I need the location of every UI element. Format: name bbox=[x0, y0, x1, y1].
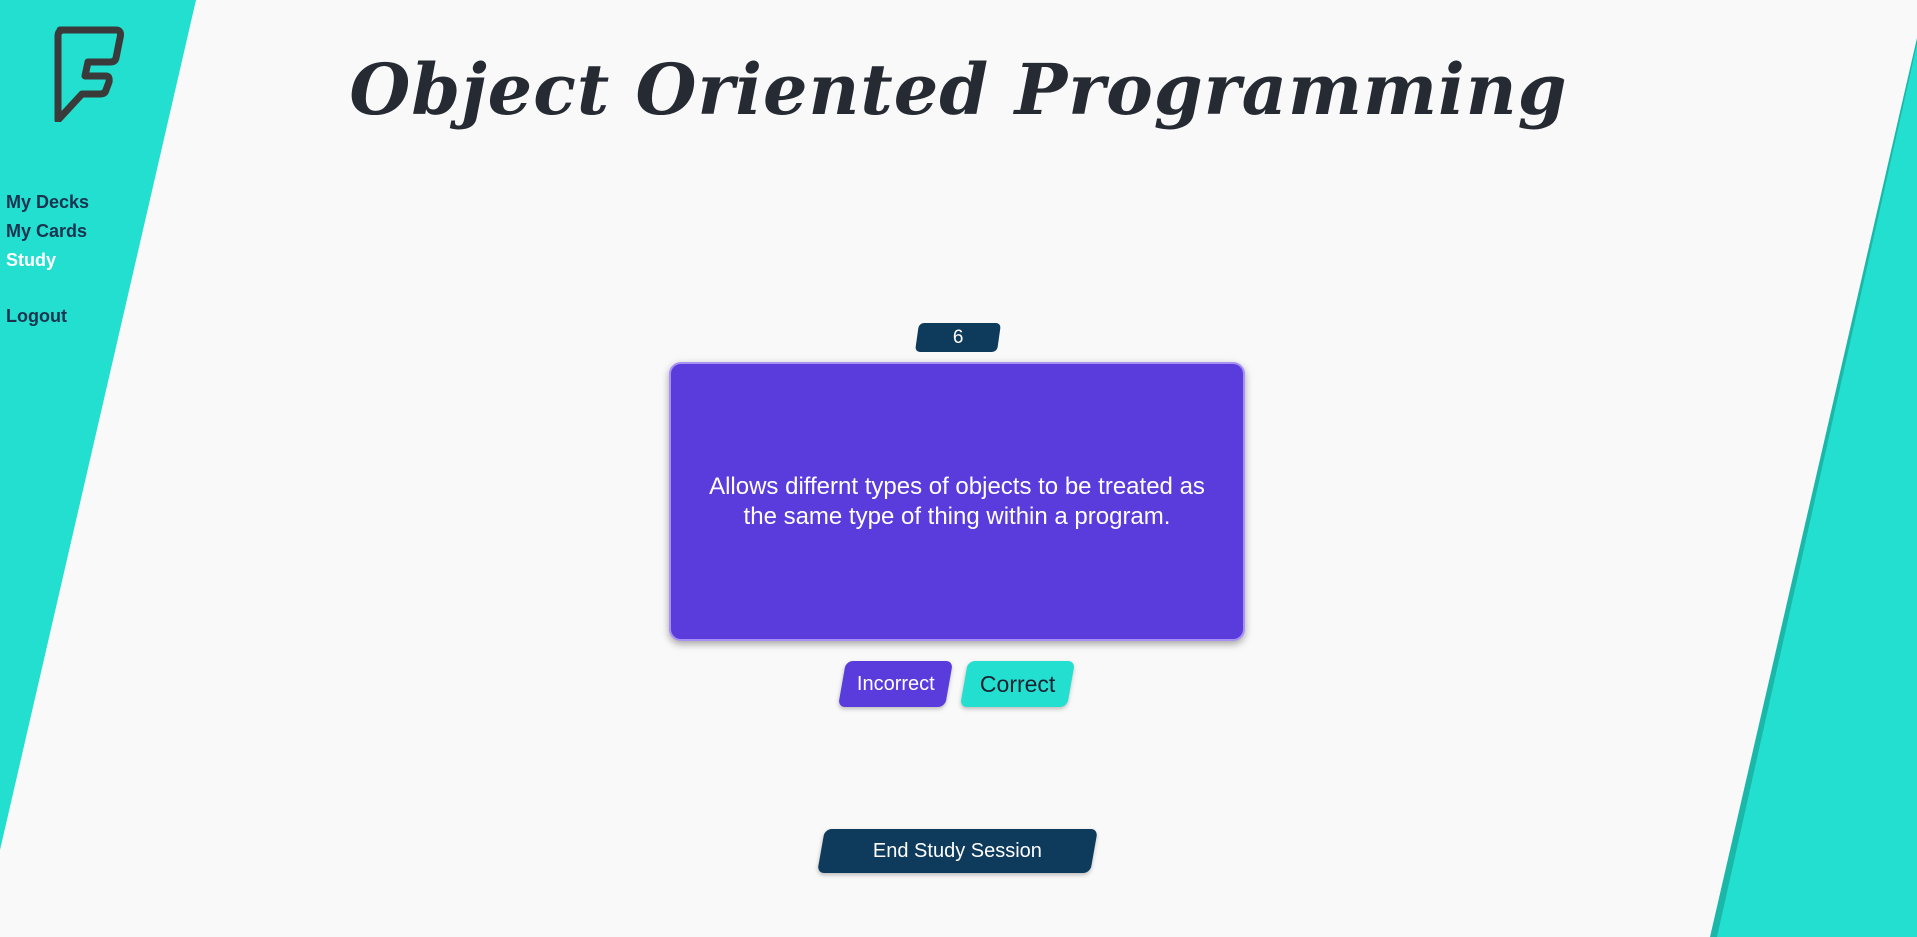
incorrect-button-label: Incorrect bbox=[856, 672, 935, 695]
card-number: 6 bbox=[952, 326, 964, 348]
incorrect-button[interactable]: Incorrect bbox=[837, 661, 954, 707]
flashcard[interactable]: Allows differnt types of objects to be t… bbox=[669, 362, 1245, 641]
nav-my-decks[interactable]: My Decks bbox=[6, 188, 89, 217]
flashcard-text: Allows differnt types of objects to be t… bbox=[709, 472, 1205, 530]
nav-logout[interactable]: Logout bbox=[6, 302, 89, 331]
correct-button-label: Correct bbox=[979, 670, 1056, 697]
sidebar-nav: My Decks My Cards Study Logout bbox=[6, 188, 89, 331]
page-title: Object Oriented Programming bbox=[349, 48, 1568, 131]
nav-study[interactable]: Study bbox=[6, 246, 89, 275]
right-teal-panel bbox=[1717, 44, 1917, 937]
right-teal-panel-shadow bbox=[1710, 38, 1917, 937]
card-number-badge: 6 bbox=[914, 323, 1002, 352]
end-study-session-button[interactable]: End Study Session bbox=[817, 829, 1098, 873]
correct-button[interactable]: Correct bbox=[959, 661, 1076, 707]
nav-my-cards[interactable]: My Cards bbox=[6, 217, 89, 246]
end-study-session-label: End Study Session bbox=[873, 839, 1042, 862]
